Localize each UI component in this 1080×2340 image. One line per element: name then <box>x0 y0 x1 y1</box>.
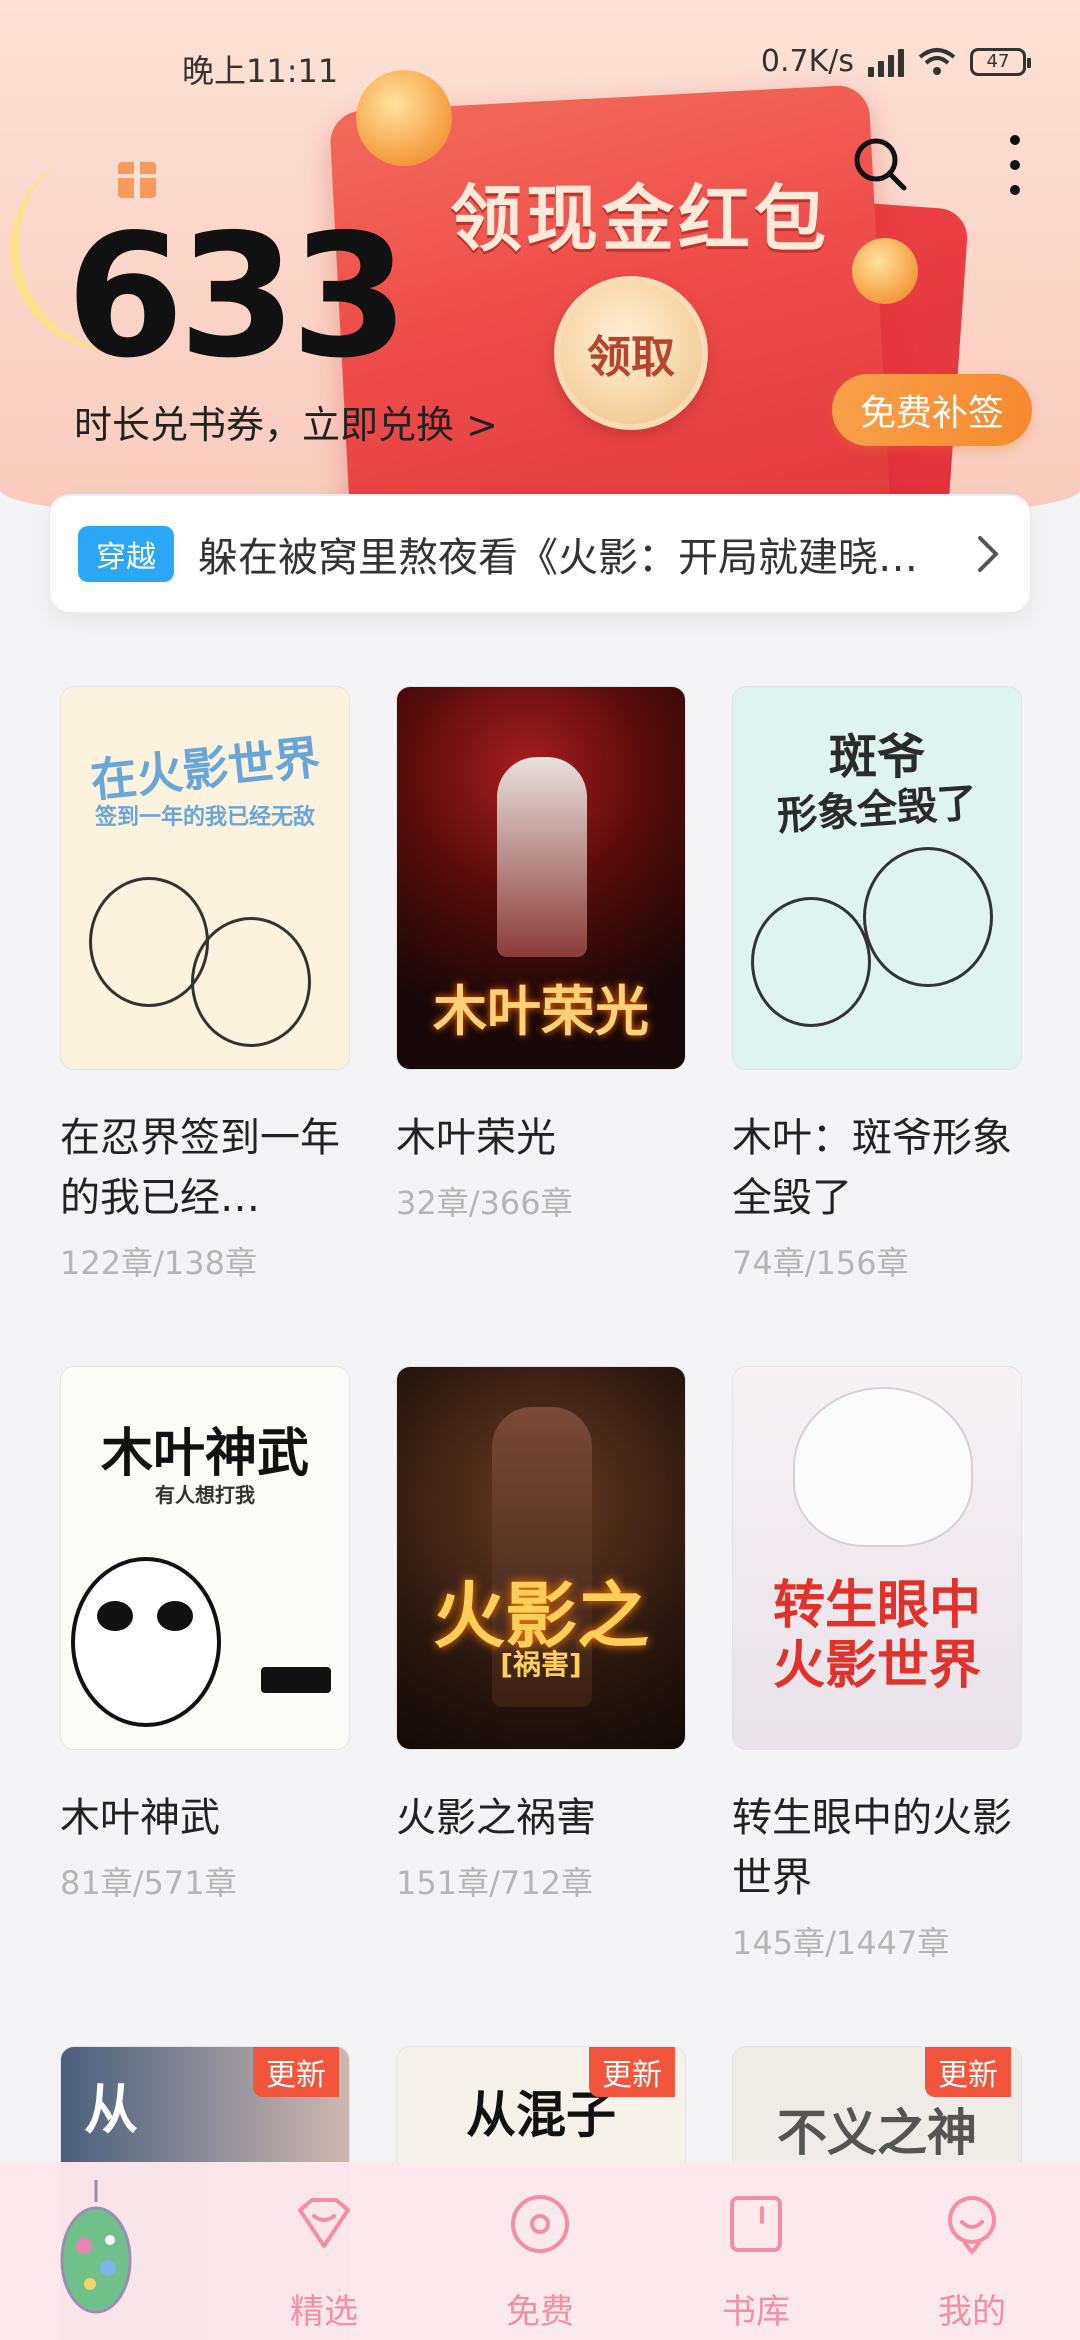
wifi-icon <box>918 47 956 75</box>
cover-title-text: 从 <box>84 2078 138 2141</box>
book-cover[interactable]: 斑爷 形象全毁了 <box>732 686 1022 1070</box>
chapter-progress: 151章/712章 <box>396 1864 593 1902</box>
nav-label: 免费 <box>506 2292 574 2332</box>
cartoon-face-illustration <box>751 897 871 1027</box>
book-card[interactable]: 斑爷 形象全毁了 木叶：斑爷形象全毁了 74章/156章 <box>732 686 1022 1284</box>
cover-subtitle-text: 签到一年的我已经无敌 <box>94 805 315 830</box>
book-card[interactable]: 火影之 [祸害] 火影之祸害 151章/712章 <box>396 1366 686 1904</box>
book-cover[interactable]: 木叶荣光 <box>396 686 686 1070</box>
cartoon-face-illustration <box>191 917 311 1047</box>
search-icon[interactable] <box>852 136 908 192</box>
signal-icon <box>868 47 904 77</box>
nav-label: 我的 <box>938 2292 1006 2332</box>
book-cover[interactable]: 转生眼中 火影世界 <box>732 1366 1022 1750</box>
nav-label: 精选 <box>290 2292 358 2332</box>
cover-subtitle-text: 火影世界 <box>772 1636 981 1696</box>
recommendation-banner[interactable]: 穿越 躲在被窝里熬夜看《火影：开局就建晓… <box>48 494 1032 614</box>
gold-coin-icon <box>852 238 918 304</box>
nav-tab-free[interactable]: 免费 <box>480 2192 600 2333</box>
diamond-heart-icon <box>298 2198 350 2248</box>
book-title: 木叶荣光 <box>396 1115 556 1161</box>
chapter-progress: 32章/366章 <box>396 1184 573 1222</box>
book-title: 木叶神武 <box>60 1795 220 1841</box>
panda-meme-illustration <box>71 1557 221 1727</box>
book-title: 木叶：斑爷形象全毁了 <box>732 1115 1012 1221</box>
recommendation-text: 躲在被窝里熬夜看《火影：开局就建晓… <box>198 535 918 581</box>
cover-title-text: 木叶荣光 <box>433 980 649 1043</box>
status-indicators: 0.7K/s 47 <box>760 44 1031 79</box>
bottom-navigation: 精选 免费 书库 我的 <box>0 2162 1080 2340</box>
update-badge: 更新 <box>253 2047 339 2097</box>
cover-character-illustration <box>793 1387 973 1547</box>
gold-coin-icon <box>356 70 452 166</box>
profile-face-icon <box>948 2196 996 2254</box>
gun-icon <box>261 1667 331 1693</box>
cover-title-text: 木叶神武 <box>100 1424 309 1484</box>
chevron-right-icon <box>978 536 999 572</box>
nav-tab-featured[interactable]: 精选 <box>264 2192 384 2333</box>
book-card[interactable]: 转生眼中 火影世界 转生眼中的火影世界 145章/1447章 <box>732 1366 1022 1964</box>
bookshelf-icon <box>730 2196 782 2252</box>
cover-character-illustration <box>497 757 587 957</box>
genre-tag: 穿越 <box>78 526 174 582</box>
chapter-progress: 122章/138章 <box>60 1244 257 1282</box>
nav-tab-library[interactable]: 书库 <box>696 2192 816 2333</box>
book-title: 火影之祸害 <box>396 1795 596 1841</box>
coin-icon <box>511 2195 569 2253</box>
nav-label: 书库 <box>722 2292 790 2332</box>
cover-subtitle-text: 有人想打我 <box>155 1483 255 1507</box>
cover-subtitle-text: [祸害] <box>500 1648 582 1681</box>
more-options-icon[interactable] <box>1000 130 1030 200</box>
header-banner: 晚上11:11 0.7K/s 47 领现金红包 领取 633 时长兑书券，立即兑… <box>0 0 1080 530</box>
network-speed: 0.7K/s <box>760 44 854 79</box>
status-time: 晚上11:11 <box>182 52 339 90</box>
update-badge: 更新 <box>589 2047 675 2097</box>
update-badge: 更新 <box>925 2047 1011 2097</box>
nav-tab-profile[interactable]: 我的 <box>912 2192 1032 2333</box>
book-title: 在忍界签到一年的我已经… <box>60 1115 340 1221</box>
chapter-progress: 74章/156章 <box>732 1244 909 1282</box>
chapter-progress: 81章/571章 <box>60 1864 237 1902</box>
book-cover[interactable]: 火影之 [祸害] <box>396 1366 686 1750</box>
claim-button[interactable]: 领取 <box>554 276 708 430</box>
cover-title-text: 不义之神 <box>777 2104 977 2162</box>
free-signin-button[interactable]: 免费补签 <box>832 374 1032 446</box>
book-cover[interactable]: 木叶神武 有人想打我 <box>60 1366 350 1750</box>
book-title: 转生眼中的火影世界 <box>732 1795 1012 1901</box>
book-card[interactable]: 在火影世界 签到一年的我已经无敌 在忍界签到一年的我已经… 122章/138章 <box>60 686 350 1284</box>
mascot-lantern-icon[interactable] <box>56 2180 136 2330</box>
points-balance: 633 <box>66 198 409 396</box>
red-packet-title: 领现金红包 <box>449 177 830 261</box>
book-cover[interactable]: 在火影世界 签到一年的我已经无敌 <box>60 686 350 1070</box>
cartoon-face-illustration <box>863 847 993 987</box>
book-card[interactable]: 木叶神武 有人想打我 木叶神武 81章/571章 <box>60 1366 350 1904</box>
gift-icon <box>118 162 156 198</box>
battery-icon: 47 <box>970 47 1031 76</box>
book-card[interactable]: 木叶荣光 木叶荣光 32章/366章 <box>396 686 686 1224</box>
chapter-progress: 145章/1447章 <box>732 1924 950 1962</box>
redeem-voucher-link[interactable]: 时长兑书券，立即兑换 > <box>74 394 498 449</box>
